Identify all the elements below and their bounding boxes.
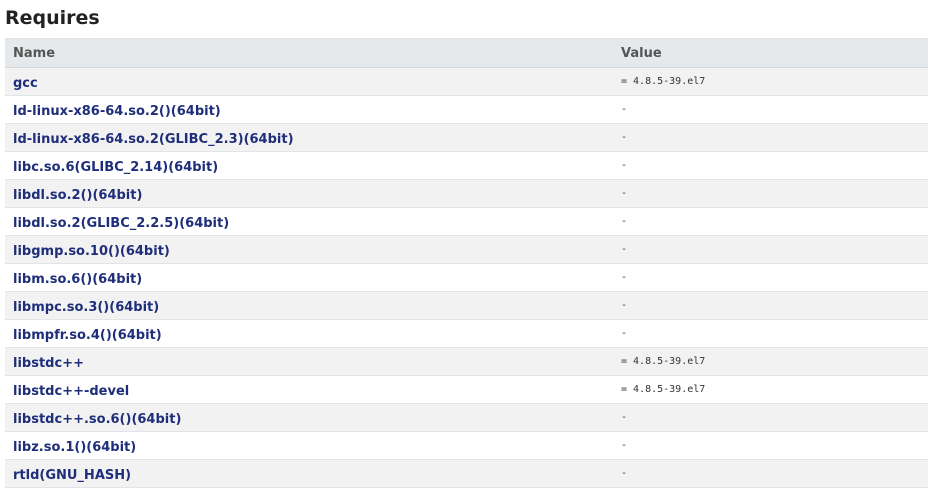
table-body: gcc = 4.8.5-39.el7 ld-linux-x86-64.so.2(… [5,67,928,488]
package-link[interactable]: rtld(GNU_HASH) [13,468,131,483]
value-cell: = 4.8.5-39.el7 [613,375,928,404]
package-link[interactable]: libstdc++.so.6()(64bit) [13,412,181,427]
package-link[interactable]: ld-linux-x86-64.so.2(GLIBC_2.3)(64bit) [13,132,294,147]
table-row: libdl.so.2()(64bit) - [5,179,928,208]
name-cell: libdl.so.2(GLIBC_2.2.5)(64bit) [5,207,613,236]
table-row: rtld(GNU_HASH) - [5,459,928,488]
value-cell: - [613,431,928,460]
package-link[interactable]: libstdc++ [13,356,84,371]
value-cell: - [613,403,928,432]
package-link[interactable]: libgmp.so.10()(64bit) [13,244,170,259]
value-cell: - [613,263,928,292]
value-cell: - [613,151,928,180]
name-cell: libz.so.1()(64bit) [5,431,613,460]
value-cell: = 4.8.5-39.el7 [613,67,928,96]
requires-section: Requires Name Value gcc = 4.8.5-39.el7 l… [0,0,946,499]
name-cell: libmpc.so.3()(64bit) [5,291,613,320]
name-cell: libmpfr.so.4()(64bit) [5,319,613,348]
table-row: libstdc++-devel = 4.8.5-39.el7 [5,375,928,404]
name-cell: libstdc++-devel [5,375,613,404]
package-link[interactable]: ld-linux-x86-64.so.2()(64bit) [13,104,221,119]
package-link[interactable]: libstdc++-devel [13,384,129,399]
table-row: gcc = 4.8.5-39.el7 [5,67,928,96]
table-row: libmpfr.so.4()(64bit) - [5,319,928,348]
section-title: Requires [5,7,100,29]
value-cell: - [613,459,928,488]
name-cell: libstdc++.so.6()(64bit) [5,403,613,432]
table-row: libstdc++.so.6()(64bit) - [5,403,928,432]
table-row: libstdc++ = 4.8.5-39.el7 [5,347,928,376]
value-cell: - [613,179,928,208]
value-cell: - [613,95,928,124]
name-cell: libm.so.6()(64bit) [5,263,613,292]
table-row: libz.so.1()(64bit) - [5,431,928,460]
name-cell: ld-linux-x86-64.so.2(GLIBC_2.3)(64bit) [5,123,613,152]
table-row: libc.so.6(GLIBC_2.14)(64bit) - [5,151,928,180]
name-cell: libgmp.so.10()(64bit) [5,235,613,264]
package-link[interactable]: gcc [13,76,38,91]
value-cell: = 4.8.5-39.el7 [613,347,928,376]
name-cell: ld-linux-x86-64.so.2()(64bit) [5,95,613,124]
value-cell: - [613,319,928,348]
table-row: libm.so.6()(64bit) - [5,263,928,292]
name-cell: rtld(GNU_HASH) [5,459,613,488]
column-header-value: Value [613,38,928,68]
name-cell: gcc [5,67,613,96]
table-row: libdl.so.2(GLIBC_2.2.5)(64bit) - [5,207,928,236]
package-link[interactable]: libz.so.1()(64bit) [13,440,136,455]
table-row: libgmp.so.10()(64bit) - [5,235,928,264]
name-cell: libstdc++ [5,347,613,376]
name-cell: libdl.so.2()(64bit) [5,179,613,208]
table-row: ld-linux-x86-64.so.2(GLIBC_2.3)(64bit) - [5,123,928,152]
package-link[interactable]: libdl.so.2()(64bit) [13,188,142,203]
package-link[interactable]: libdl.so.2(GLIBC_2.2.5)(64bit) [13,216,229,231]
value-cell: - [613,235,928,264]
value-cell: - [613,207,928,236]
table-header-row: Name Value [5,38,928,68]
name-cell: libc.so.6(GLIBC_2.14)(64bit) [5,151,613,180]
column-header-name: Name [5,38,613,68]
package-link[interactable]: libmpc.so.3()(64bit) [13,300,159,315]
package-link[interactable]: libc.so.6(GLIBC_2.14)(64bit) [13,160,218,175]
table-row: ld-linux-x86-64.so.2()(64bit) - [5,95,928,124]
value-cell: - [613,291,928,320]
requires-table: Name Value gcc = 4.8.5-39.el7 ld-linux-x… [5,38,928,488]
package-link[interactable]: libmpfr.so.4()(64bit) [13,328,162,343]
table-row: libmpc.so.3()(64bit) - [5,291,928,320]
value-cell: - [613,123,928,152]
package-link[interactable]: libm.so.6()(64bit) [13,272,142,287]
